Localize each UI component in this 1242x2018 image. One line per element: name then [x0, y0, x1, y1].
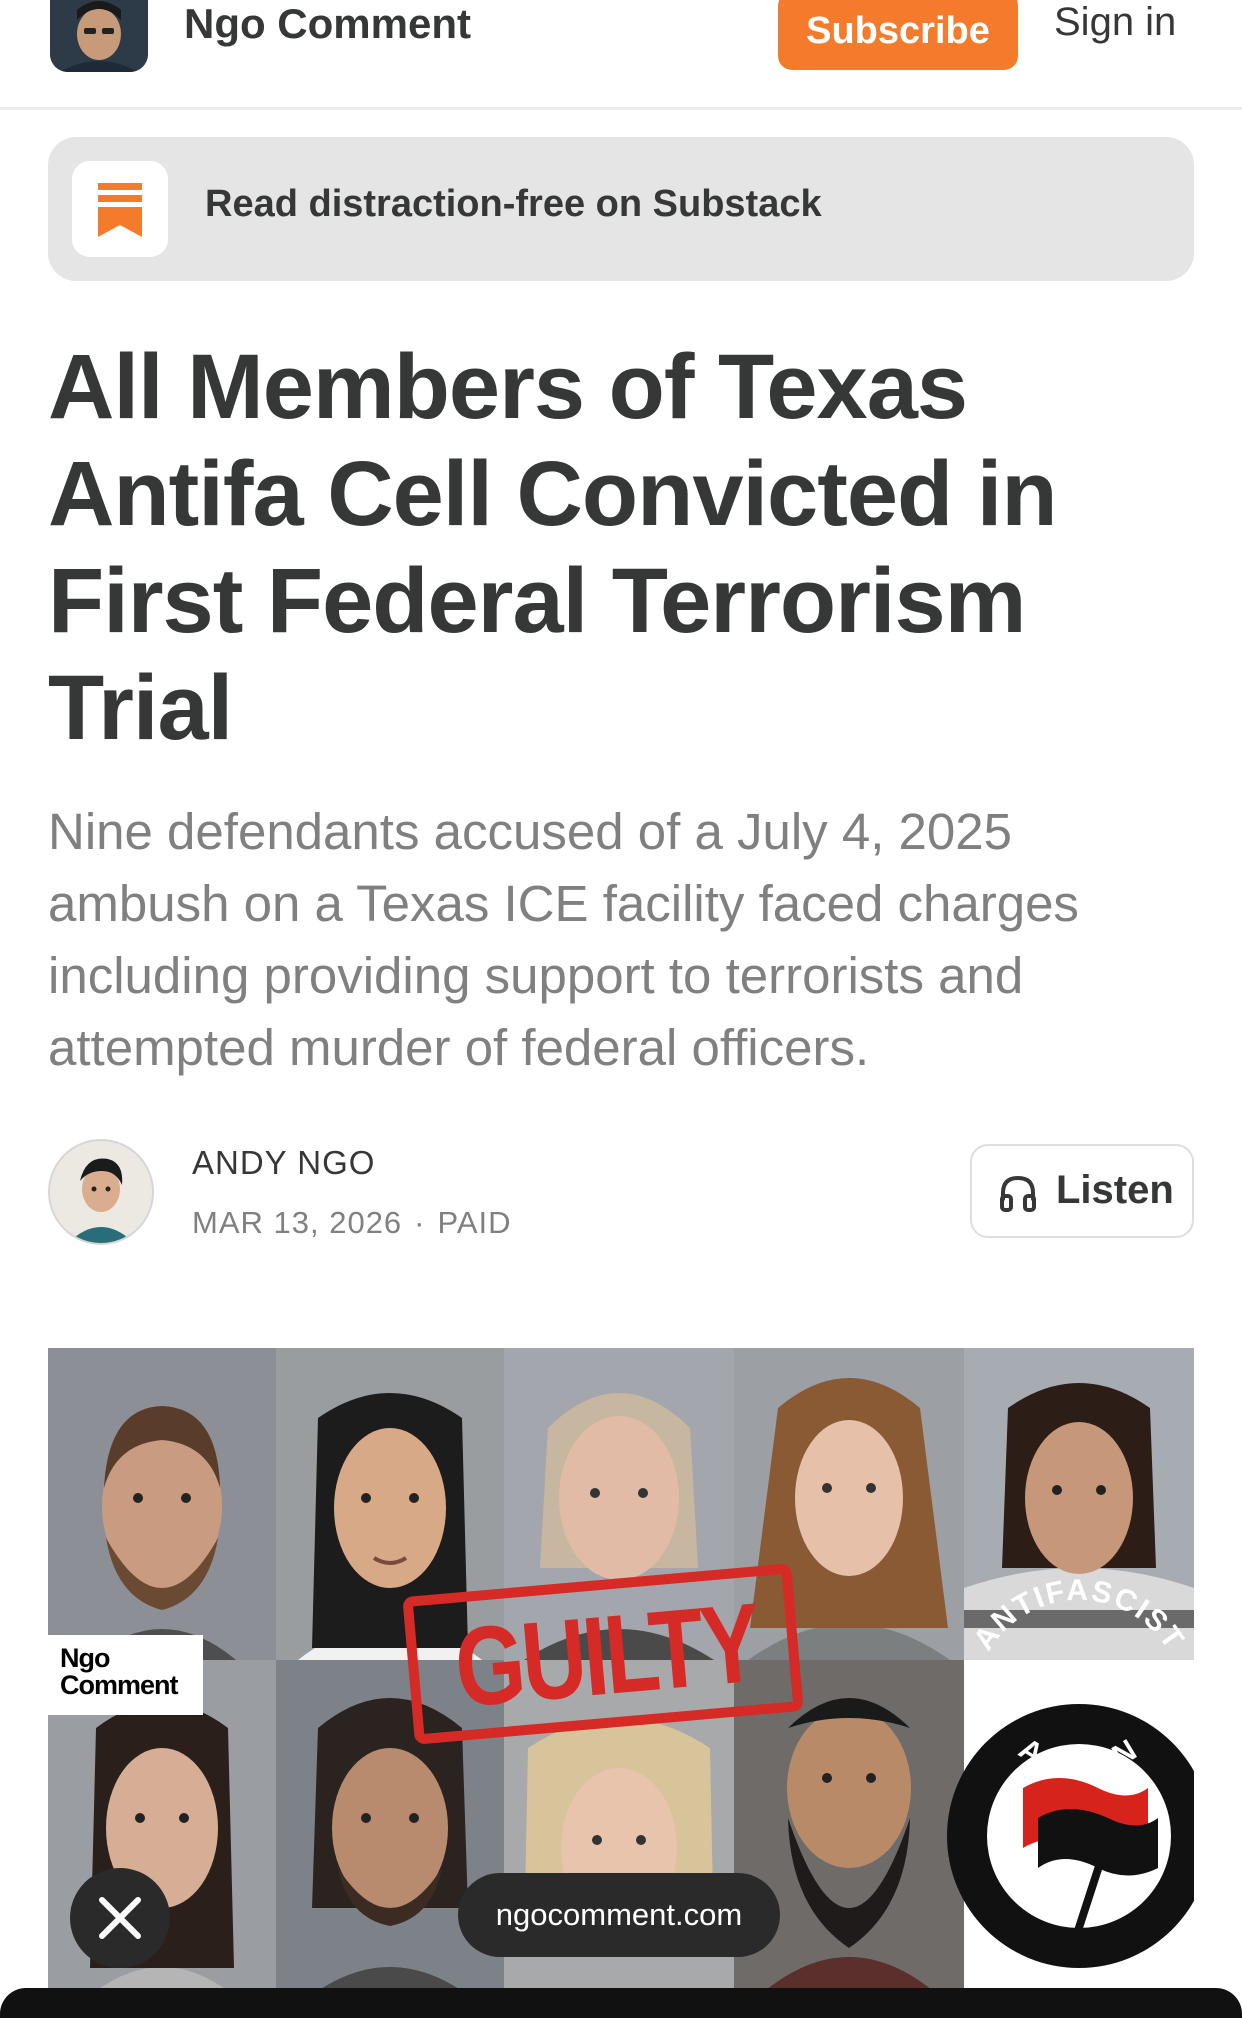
subscribe-button[interactable]: Subscribe — [778, 0, 1018, 70]
emblem-lettering: ANTIFASCIST ACTION — [967, 1574, 1191, 1783]
substack-logo-icon — [72, 161, 168, 257]
substack-app-banner[interactable]: Read distraction-free on Substack — [48, 137, 1194, 281]
author-avatar[interactable] — [48, 1139, 154, 1245]
emblem-top-text: ANTIFASCIST — [967, 1574, 1189, 1656]
bottom-sheet-edge — [0, 1988, 1242, 2018]
watermark-line-2: Comment — [60, 1670, 179, 1700]
top-bar: Ngo Comment Subscribe Sign in — [0, 0, 1242, 110]
article-title: All Members of Texas Antifa Cell Convict… — [48, 336, 1058, 759]
sign-in-link[interactable]: Sign in — [1054, 0, 1176, 44]
ngo-comment-watermark: Ngo Comment — [48, 1635, 203, 1715]
publication-avatar[interactable] — [50, 0, 148, 72]
listen-label: Listen — [1056, 1168, 1174, 1212]
post-meta: MAR 13, 2026 · PAID — [192, 1205, 512, 1241]
url-pill[interactable]: ngocomment.com — [458, 1873, 780, 1957]
access-label: PAID — [437, 1205, 512, 1240]
meta-separator: · — [414, 1205, 426, 1240]
banner-text: Read distraction-free on Substack — [205, 183, 822, 225]
hero-image[interactable]: ANTIFASCIST ACTION Ngo Comment GUILTY ng… — [48, 1348, 1194, 2006]
headphones-icon — [1000, 1175, 1036, 1212]
close-button[interactable] — [70, 1868, 170, 1968]
emblem-bottom-text: ACTION — [1013, 1732, 1142, 1783]
article-subtitle: Nine defendants accused of a July 4, 202… — [48, 803, 1079, 1076]
publication-name[interactable]: Ngo Comment — [184, 0, 471, 48]
svg-text:ANTIFASCIST: ANTIFASCIST — [967, 1574, 1191, 1656]
stamp-text: GUILTY — [450, 1579, 763, 1731]
listen-button[interactable]: Listen — [970, 1144, 1194, 1238]
watermark-line-1: Ngo — [60, 1643, 110, 1673]
svg-text:ACTION: ACTION — [1013, 1732, 1145, 1783]
post-date: MAR 13, 2026 — [192, 1205, 403, 1240]
author-name[interactable]: ANDY NGO — [192, 1144, 375, 1182]
close-icon — [99, 1897, 141, 1939]
